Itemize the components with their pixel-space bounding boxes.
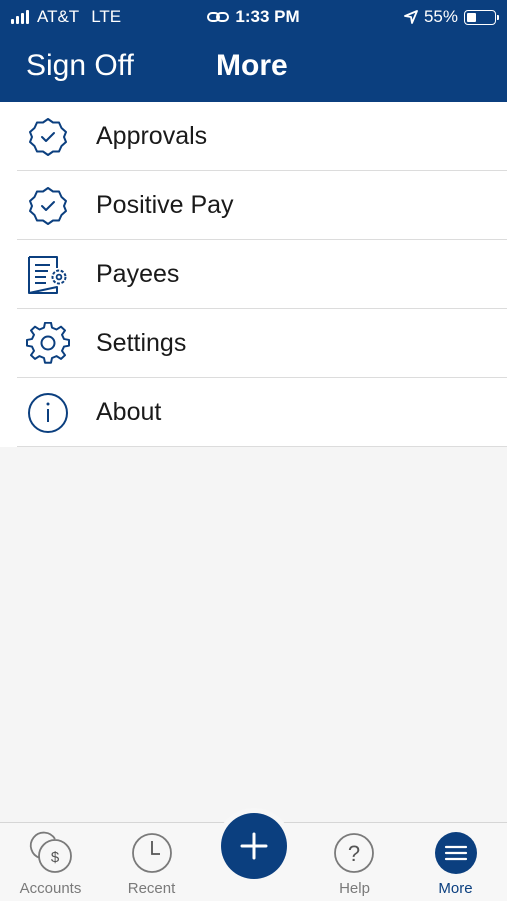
status-bar: AT&T LTE 1:33 PM 55% (0, 0, 507, 34)
help-icon: ? (334, 833, 374, 873)
nav-bar: Sign Off More (0, 34, 507, 102)
menu-item-approvals[interactable]: Approvals (0, 102, 507, 171)
status-right: 55% (404, 7, 499, 27)
svg-text:?: ? (348, 841, 360, 866)
divider (17, 446, 507, 447)
tab-accounts[interactable]: $ Accounts (0, 823, 101, 901)
menu-item-label: Approvals (96, 122, 208, 150)
badge-check-icon (29, 187, 67, 225)
tab-label: Help (339, 880, 370, 897)
menu-item-about[interactable]: About (0, 378, 507, 447)
battery-icon (464, 9, 499, 25)
gear-icon (26, 322, 70, 364)
document-gear-icon (28, 256, 67, 294)
menu-icon (435, 832, 477, 874)
tab-help[interactable]: ? Help (304, 823, 405, 901)
page-title: More (216, 49, 288, 82)
tab-label: More (438, 880, 473, 897)
menu-item-label: Positive Pay (96, 191, 234, 219)
location-arrow-icon (404, 10, 418, 24)
svg-text:$: $ (51, 849, 60, 866)
tab-label: Accounts (19, 880, 82, 897)
tab-recent[interactable]: Recent (101, 823, 202, 901)
tab-more[interactable]: More (405, 823, 506, 901)
menu-item-label: Payees (96, 260, 180, 288)
menu-item-positive-pay[interactable]: Positive Pay (0, 171, 507, 240)
add-button[interactable] (221, 813, 287, 879)
menu-item-label: About (96, 398, 162, 426)
tab-label: Recent (127, 880, 176, 897)
menu-item-payees[interactable]: Payees (0, 240, 507, 309)
info-icon (28, 393, 68, 433)
sign-off-button[interactable]: Sign Off (26, 49, 134, 83)
more-menu-list: Approvals Positive Pay Payees Settings A… (0, 102, 507, 447)
status-time: 1:33 PM (235, 7, 300, 26)
link-icon (207, 12, 230, 22)
menu-item-settings[interactable]: Settings (0, 309, 507, 378)
clock-icon (132, 833, 172, 873)
menu-item-label: Settings (96, 329, 187, 357)
battery-percent: 55% (423, 7, 458, 26)
plus-icon (240, 832, 268, 860)
accounts-dollar-icon: $ (29, 831, 72, 873)
badge-check-icon (29, 118, 67, 156)
